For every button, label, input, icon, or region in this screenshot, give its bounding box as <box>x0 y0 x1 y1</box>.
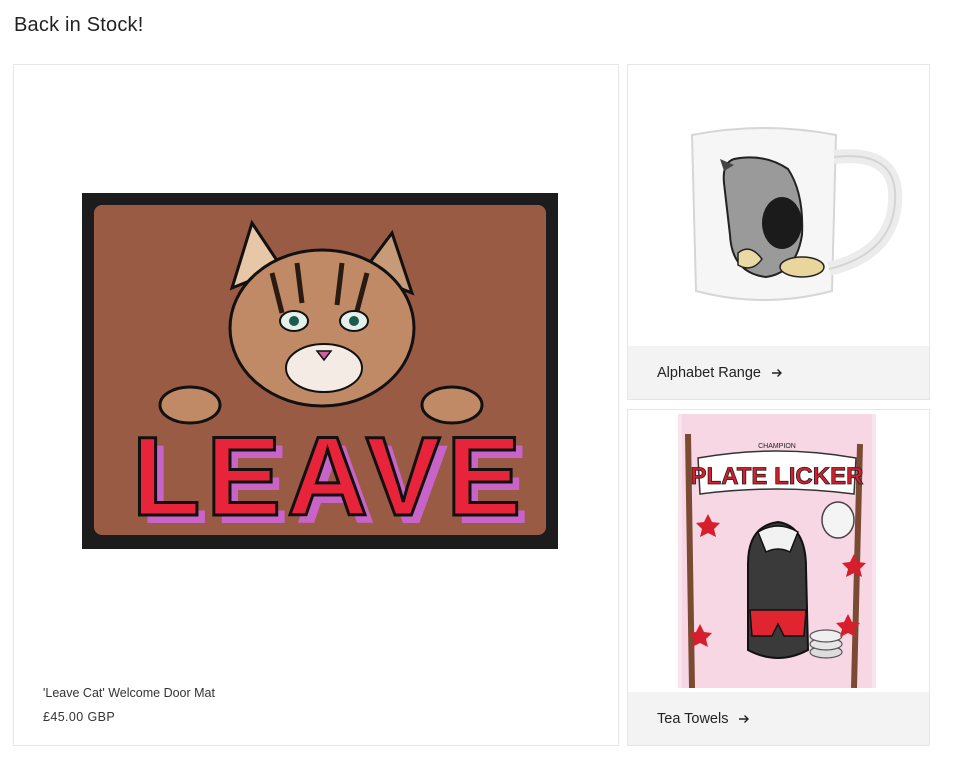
tea-towels-link[interactable]: Tea Towels <box>628 692 929 745</box>
arrow-right-icon <box>739 714 750 723</box>
svg-text:LEAVE: LEAVE <box>132 414 527 539</box>
product-card-door-mat[interactable]: LEAVE LEAVE 'Leave Cat' Welcome Door Mat… <box>13 64 619 746</box>
towel-main-text: PLATE LICKER <box>691 463 864 490</box>
product-price: £45.00 GBP <box>43 710 116 724</box>
door-mat-image[interactable]: LEAVE LEAVE <box>82 193 558 549</box>
towel-top-text: CHAMPION <box>758 443 796 450</box>
alphabet-range-link[interactable]: Alphabet Range <box>628 346 929 399</box>
arrow-right-icon <box>772 368 782 377</box>
collection-card-tea-towels[interactable]: CHAMPION PLATE LICKER Tea Towels <box>627 409 930 746</box>
door-mat-illustration: LEAVE LEAVE <box>82 193 558 549</box>
tea-towel-image: CHAMPION PLATE LICKER <box>678 414 876 688</box>
tea-towels-label[interactable]: Tea Towels <box>657 711 728 727</box>
section-title: Back in Stock! <box>14 14 144 36</box>
alphabet-range-label[interactable]: Alphabet Range <box>657 365 761 381</box>
mug-illustration <box>690 127 903 301</box>
product-title[interactable]: 'Leave Cat' Welcome Door Mat <box>43 686 215 700</box>
mug-image <box>684 123 906 313</box>
collection-card-alphabet-range[interactable]: Alphabet Range <box>627 64 930 400</box>
tea-towel-illustration: CHAMPION PLATE LICKER <box>678 414 876 688</box>
